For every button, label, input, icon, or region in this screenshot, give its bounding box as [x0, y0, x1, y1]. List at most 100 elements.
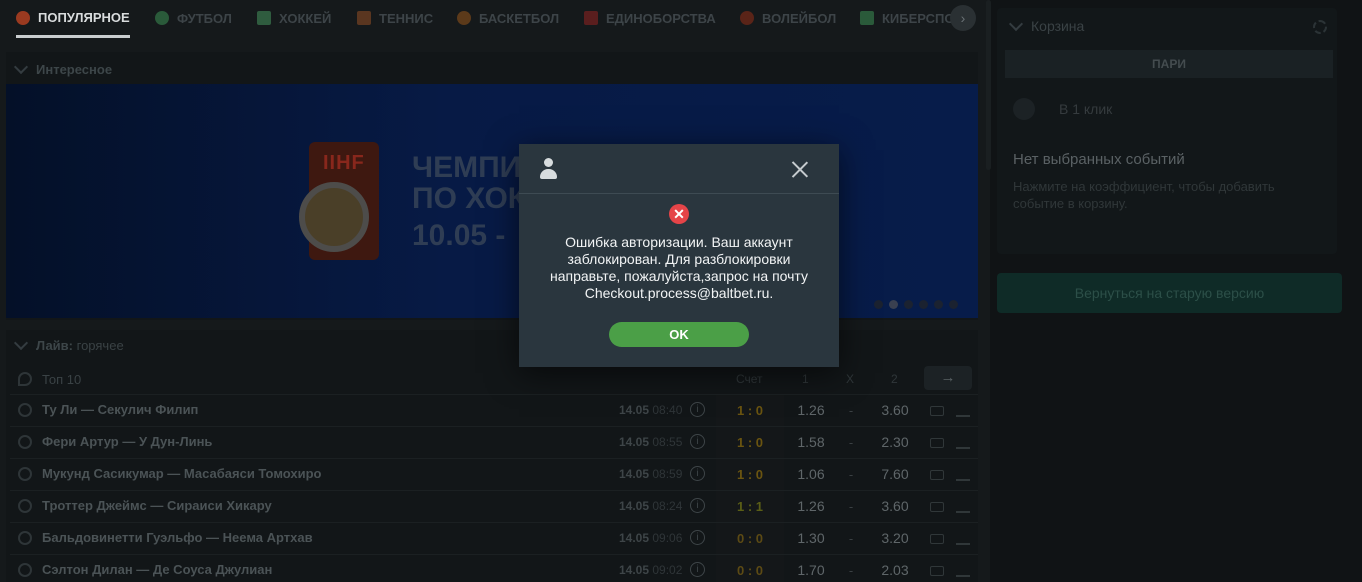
info-icon[interactable]: i	[690, 434, 705, 449]
stats-icon[interactable]	[956, 469, 970, 481]
user-icon	[540, 158, 557, 180]
tab-basketball[interactable]: БАСКЕТБОЛ	[457, 0, 559, 36]
match-name[interactable]: Сэлтон Дилан — Де Соуса Джулиан	[42, 562, 272, 577]
tennis-racket-icon	[15, 400, 35, 420]
carousel-dot[interactable]	[949, 300, 958, 309]
tab-label: ВОЛЕЙБОЛ	[762, 10, 837, 26]
tab-label: ТЕННИС	[379, 10, 434, 26]
tab-label: КИБЕРСПО	[882, 10, 955, 26]
odd-x-button[interactable]: -	[834, 459, 868, 490]
tab-tennis[interactable]: ТЕННИС	[357, 0, 433, 36]
sport-tabs: ПОПУЛЯРНОЕ ФУТБОЛ ХОККЕЙ ТЕННИС БАСКЕТБО…	[0, 0, 982, 38]
error-dialog: ✕ Ошибка авторизации. Ваш аккаунт заблок…	[519, 144, 839, 367]
tabs-next-button[interactable]: ›	[950, 5, 976, 31]
dialog-header	[519, 144, 839, 194]
table-row[interactable]: Троттер Джеймс — Сираиси Хикару 14.05 08:…	[10, 490, 978, 522]
volleyball-icon	[740, 11, 754, 25]
old-version-button[interactable]: Вернуться на старую версию	[997, 273, 1342, 313]
tab-hockey[interactable]: ХОККЕЙ	[257, 0, 331, 36]
scrollbar[interactable]	[986, 0, 991, 170]
odd-x-button[interactable]: -	[834, 523, 868, 554]
match-time: 08:24	[652, 499, 683, 513]
odd-2-button[interactable]: 3.20	[872, 523, 918, 554]
cart-panel: Корзина ПАРИ В 1 клик Нет выбранных собы…	[997, 8, 1337, 254]
match-score: 0 : 0	[716, 555, 784, 582]
tv-icon[interactable]	[930, 502, 944, 512]
stats-icon[interactable]	[956, 565, 970, 577]
one-click-toggle[interactable]	[1013, 98, 1035, 120]
arrow-right-button[interactable]: →	[924, 366, 972, 390]
cart-header[interactable]: Корзина	[1008, 16, 1084, 34]
match-name[interactable]: Ту Ли — Секулич Филип	[42, 402, 198, 417]
interesting-header[interactable]: Интересное	[13, 54, 112, 84]
carousel-dot-active[interactable]	[889, 300, 898, 309]
odd-1-button[interactable]: 1.58	[788, 427, 834, 458]
tv-icon[interactable]	[930, 534, 944, 544]
tv-icon[interactable]	[930, 406, 944, 416]
match-date: 14.05	[619, 467, 650, 481]
gear-icon[interactable]	[1313, 20, 1327, 34]
match-date: 14.05	[619, 563, 650, 577]
match-name[interactable]: Мукунд Сасикумар — Масабаяси Томохиро	[42, 466, 322, 481]
odd-x-button[interactable]: -	[834, 395, 868, 426]
tab-pari[interactable]: ПАРИ	[1005, 50, 1333, 78]
tennis-racket-icon	[15, 464, 35, 484]
esports-icon	[860, 11, 874, 25]
odd-1-button[interactable]: 1.06	[788, 459, 834, 490]
odd-1-button[interactable]: 1.70	[788, 555, 834, 582]
odd-1-button[interactable]: 1.26	[788, 395, 834, 426]
banner-title: ЧЕМПИ ПО ХОК	[412, 152, 526, 214]
stats-icon[interactable]	[956, 533, 970, 545]
carousel-dots	[874, 300, 958, 309]
tab-label: ПОПУЛЯРНОЕ	[38, 10, 130, 25]
match-datetime: 14.05 09:02	[619, 563, 682, 577]
ok-button[interactable]: OK	[609, 322, 749, 347]
tab-football[interactable]: ФУТБОЛ	[155, 0, 232, 36]
carousel-dot[interactable]	[874, 300, 883, 309]
odd-1-button[interactable]: 1.30	[788, 523, 834, 554]
info-icon[interactable]: i	[690, 466, 705, 481]
cart-empty-title: Нет выбранных событий	[1013, 151, 1185, 168]
table-row[interactable]: Фери Артур — У Дун-Линь 14.05 08:55 i 1 : 0…	[10, 426, 978, 458]
tab-volleyball[interactable]: ВОЛЕЙБОЛ	[740, 0, 836, 36]
table-row[interactable]: Бальдовинетти Гуэльфо — Неема Артхав 14.0…	[10, 522, 978, 554]
tv-icon[interactable]	[930, 470, 944, 480]
odd-2-button[interactable]: 3.60	[872, 395, 918, 426]
match-name[interactable]: Бальдовинетти Гуэльфо — Неема Артхав	[42, 530, 313, 545]
one-click-toggle-row[interactable]: В 1 клик	[1013, 98, 1112, 120]
odd-x-button[interactable]: -	[834, 427, 868, 458]
match-name[interactable]: Фери Артур — У Дун-Линь	[42, 434, 212, 449]
tab-popular[interactable]: ПОПУЛЯРНОЕ	[16, 0, 130, 38]
hockey-stick-icon	[257, 11, 271, 25]
info-icon[interactable]: i	[690, 562, 705, 577]
mascot-icon	[299, 182, 369, 252]
table-row[interactable]: Сэлтон Дилан — Де Соуса Джулиан 14.05 09:…	[10, 554, 978, 582]
info-icon[interactable]: i	[690, 402, 705, 417]
odd-2-button[interactable]: 2.30	[872, 427, 918, 458]
carousel-dot[interactable]	[919, 300, 928, 309]
tab-martial-arts[interactable]: ЕДИНОБОРСТВА	[584, 0, 716, 36]
stats-icon[interactable]	[956, 501, 970, 513]
odd-x-button[interactable]: -	[834, 555, 868, 582]
table-row[interactable]: Ту Ли — Секулич Филип 14.05 08:40 i 1 : 0 1.…	[10, 394, 978, 426]
carousel-dot[interactable]	[904, 300, 913, 309]
info-icon[interactable]: i	[690, 498, 705, 513]
carousel-dot[interactable]	[934, 300, 943, 309]
odd-2-button[interactable]: 3.60	[872, 491, 918, 522]
stats-icon[interactable]	[956, 405, 970, 417]
close-icon[interactable]	[791, 160, 809, 178]
chevron-down-icon	[1008, 16, 1024, 31]
odd-2-button[interactable]: 7.60	[872, 459, 918, 490]
tv-icon[interactable]	[930, 438, 944, 448]
odd-x-button[interactable]: -	[834, 491, 868, 522]
table-row[interactable]: Мукунд Сасикумар — Масабаяси Томохиро 14.…	[10, 458, 978, 490]
match-name[interactable]: Троттер Джеймс — Сираиси Хикару	[42, 498, 272, 513]
odd-2-button[interactable]: 2.03	[872, 555, 918, 582]
stats-icon[interactable]	[956, 437, 970, 449]
info-icon[interactable]: i	[690, 530, 705, 545]
tab-esports[interactable]: КИБЕРСПО	[860, 0, 954, 36]
tv-icon[interactable]	[930, 566, 944, 576]
odd-1-button[interactable]: 1.26	[788, 491, 834, 522]
live-header[interactable]: Лайв: горячее	[13, 330, 124, 360]
iihf-logo: IIHF	[299, 142, 379, 260]
